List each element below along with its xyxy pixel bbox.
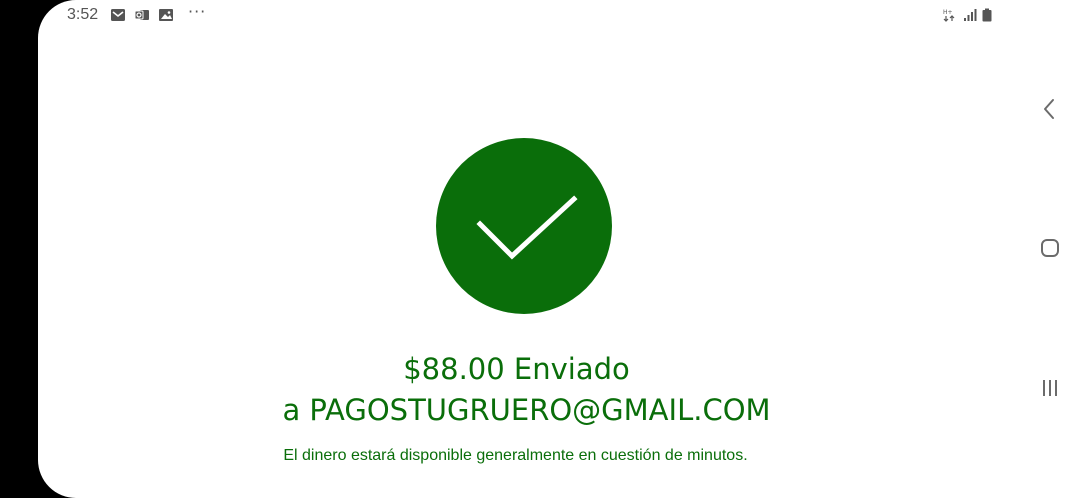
availability-note: El dinero estará disponible generalmente… <box>283 447 748 464</box>
recents-icon[interactable] <box>1038 376 1062 400</box>
checkmark-icon <box>436 138 612 314</box>
mail-icon <box>111 9 125 21</box>
recipient-text: a PAGOSTUGRUERO@GMAIL.COM <box>282 393 771 427</box>
availability-note-row: El dinero estará disponible generalmente… <box>38 447 1023 465</box>
system-nav-bar <box>1023 0 1080 498</box>
svg-text:H+: H+ <box>943 9 953 16</box>
status-time: 3:52 <box>67 6 99 23</box>
amount-sent-text: $88.00 Enviado <box>403 352 630 386</box>
status-more-icon: ··· <box>188 2 207 21</box>
status-bar: 3:52 ··· H+ <box>38 0 1023 34</box>
success-checkmark <box>436 138 612 314</box>
recipient-row: a PAGOSTUGRUERO@GMAIL.COM <box>38 393 1023 427</box>
amount-sent-row: $88.00 Enviado <box>38 352 1023 386</box>
hd-voice-icon: H+ <box>943 9 955 22</box>
gallery-icon <box>159 9 173 21</box>
home-icon[interactable] <box>1038 236 1062 260</box>
signal-icon <box>964 9 977 21</box>
outlook-icon <box>134 10 149 20</box>
app-screen: 3:52 ··· H+ $88.00 Enviado a PAGOSTUGRUE… <box>38 0 1023 498</box>
battery-icon <box>982 8 992 22</box>
back-icon[interactable] <box>1038 97 1062 121</box>
